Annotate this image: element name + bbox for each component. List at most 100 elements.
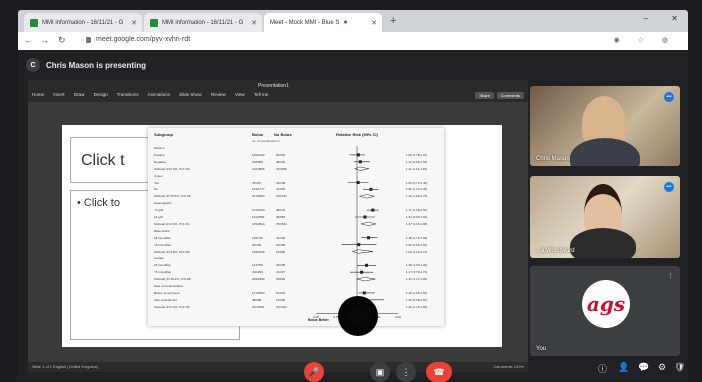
chat-icon[interactable]: 💬 [638,362,649,373]
menu-tellme[interactable]: Tell me [254,92,268,97]
minimize-icon[interactable]: – [644,14,648,23]
forest-ci-cell: 1.40 (1.09-1.79) [406,194,428,199]
tab-label: MMI information - 16/11/21 - G [42,19,124,26]
forest-bolus-cell: 78/337 [252,180,262,185]
forest-bolus-cell: 221/2084 [252,194,265,199]
ags-logo: ags [582,280,630,328]
info-icon[interactable]: ⓘ [598,362,607,375]
forest-bolus-cell: 143/1777 [252,187,265,192]
menu-design[interactable]: Design [94,92,108,97]
menu-animations[interactable]: Animations [148,92,170,97]
back-icon[interactable]: ← [24,35,33,45]
forest-row-label: >8 mmol/liter [154,242,172,247]
forest-bolus-cell: 216/2896 [252,166,265,171]
presenting-banner: C Chris Mason is presenting [26,58,146,72]
browser-tab-meet[interactable]: Meet - Mock MMI - Blue S ● ✕ [264,13,382,71]
point-estimate [357,243,361,247]
activities-icon[interactable]: ⚙ [658,362,666,373]
menu-review[interactable]: Review [211,92,226,97]
forest-ci-cell: 1.30 (1.17-1.85) [406,277,428,282]
participant-shirt [570,138,640,166]
point-estimate [369,187,373,191]
forest-plot-svg [316,146,398,314]
forest-row-label: <3 g/dl [154,208,164,213]
point-estimate [358,160,362,164]
shared-screen: Presentation1 Home Insert Draw Design Tr… [28,80,528,372]
foreground-hand-obstruction [338,296,378,336]
point-estimate [356,153,360,157]
forest-bolus-cell: 136/1292 [252,152,265,157]
participant-tile-you[interactable]: ⋮ ags You [530,266,680,356]
forest-bolus-cell: 138/749 [252,235,263,240]
menu-home[interactable]: Home [32,92,44,97]
menu-view[interactable]: View [235,92,245,97]
speaking-icon: ••• [664,182,674,192]
forest-nobolus-cell: 76/1044 [276,304,287,309]
participant-tile-chris[interactable]: ••• Chris Mason [530,86,680,166]
forest-row-label: Subtotal (I²=0.0%, P=0.40) [154,166,190,171]
people-icon[interactable]: 👤 [618,362,629,373]
forest-ci-cell: 1.11 (1.13-1.49) [406,166,428,171]
forest-nobolus-cell: 20/358 [276,242,286,247]
forest-row-label: Before amendment [154,290,180,295]
subtotal-diamond [361,221,376,226]
forest-bolus-cell: 127/784 [252,263,263,268]
forest-row-label: Yes [154,180,159,185]
menu-slideshow[interactable]: Slide Show [179,92,202,97]
forest-ci-cell: 1.04 (1.13-1.71) [406,249,428,254]
mic-off-button[interactable]: 🎤 [304,362,324,382]
more-options-icon[interactable]: ⋮ [667,272,674,280]
browser-tab-1[interactable]: MMI information - 16/11/21 - G ✕ [24,13,142,32]
speaking-icon: ••• [664,92,674,102]
forest-nobolus-cell: 38/446 [276,159,286,164]
forest-row-label: Lactate [154,256,164,261]
comments-button[interactable]: Comments [496,92,524,99]
monitor-screen: MMI information - 16/11/21 - G ✕ MMI inf… [0,0,702,382]
menu-draw[interactable]: Draw [74,92,85,97]
share-button[interactable]: Share [475,92,494,99]
close-window-icon[interactable]: ✕ [671,14,678,23]
forest-bolus-cell: 211/1891 [252,304,265,309]
close-tab-icon[interactable]: ✕ [131,19,137,27]
extension-icons[interactable]: ◉ ☆ ◍ [614,36,676,44]
ppt-menu: Home Insert Draw Design Transitions Anim… [32,92,276,97]
browser-tab-2[interactable]: MMI information - 16/11/21 - G ✕ [144,13,262,32]
subtotal-diamond [359,194,375,199]
forest-row-label: Subtotal (I²=4.8%, P=0.28) [154,249,190,254]
forest-bolus-cell: 205/1989 [252,277,265,282]
forest-ci-cell: 1.12 (0.90-1.55) [406,159,428,164]
forest-bolus-cell: 38/498 [252,297,262,302]
menu-transitions[interactable]: Transitions [117,92,139,97]
forward-icon[interactable]: → [40,35,49,45]
close-tab-icon[interactable]: ✕ [371,19,377,27]
forest-bolus-cell: 158/984 [252,159,263,164]
status-right: Comments 100% [493,364,524,369]
forest-plot-image[interactable]: Subgroup Bolus No Bolus no. of events/to… [148,128,444,326]
forest-nobolus-cell: 31/297 [276,270,286,275]
forest-row-label: Positive [154,152,165,157]
host-controls-icon[interactable]: 🛡 [674,362,685,373]
ppt-status-bar: Slide 1 of 1 English (United Kingdom) Co… [28,362,528,372]
forest-row-label: Subtotal (I²=15.2%, P=0.28) [154,277,192,282]
point-estimate [362,291,366,295]
slide-canvas[interactable]: Click t • Click to Subgroup Bolus No Bol… [62,125,502,347]
forest-nobolus-cell: 43/969 [276,187,286,192]
leave-call-button[interactable]: ☎ [426,362,452,382]
forest-ci-cell: 1.31 (0.93-1.84) [406,215,428,219]
forest-nobolus-cell: 76/2044 [276,194,287,199]
more-button[interactable]: ⋮ [396,362,416,382]
forest-ci-cell: 1.38 (1.00-1.90) [406,263,428,268]
forest-bolus-cell: 148/1568 [252,249,265,254]
participant-tile-woodward[interactable]: ••• ...a Woodward [530,176,680,258]
x-tick-label: 4.00 [395,314,401,319]
close-tab-icon[interactable]: ✕ [251,19,257,27]
reload-icon[interactable]: ↻ [58,35,66,46]
address-bar: ← → ↻ meet.google.com/pyv-xvhn-rdt ◉ ☆ ◍ [18,32,688,51]
present-button[interactable]: ▣ [370,362,390,382]
menu-insert[interactable]: Insert [53,92,64,97]
forest-ci-cell: 1.71 (1.39-2.50) [406,208,428,213]
subtotal-diamond [356,277,376,282]
url-field[interactable]: meet.google.com/pyv-xvhn-rdt [96,36,190,43]
forest-ci-cell: 1.17 (0.79-1.72) [406,270,428,275]
new-tab-icon[interactable]: + [390,15,396,27]
